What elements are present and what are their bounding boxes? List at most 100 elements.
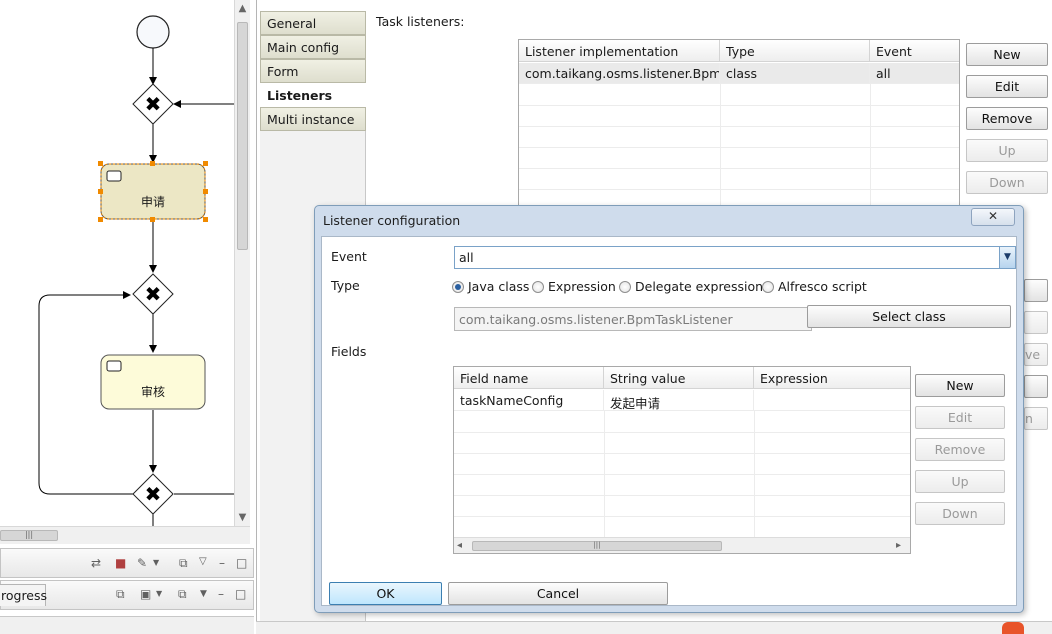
obscured-button-2[interactable] bbox=[1024, 311, 1048, 334]
cell-expression bbox=[754, 390, 910, 411]
cell-string-value: 发起申请 bbox=[604, 390, 754, 411]
display-icon[interactable]: ▣ bbox=[140, 587, 151, 601]
scroll-left-icon[interactable]: ◂ bbox=[457, 540, 462, 551]
cell-event: all bbox=[870, 63, 959, 84]
obscured-button-5-label: n bbox=[1025, 411, 1033, 426]
scroll-down-icon[interactable]: ▼ bbox=[237, 512, 248, 523]
field-new-button[interactable]: New bbox=[915, 374, 1005, 397]
panel-divider bbox=[0, 616, 254, 634]
user-task-review[interactable] bbox=[100, 354, 206, 410]
task-label-review: 审核 bbox=[140, 385, 165, 399]
radio-java-class[interactable]: Java class bbox=[452, 279, 529, 295]
radio-expression[interactable]: Expression bbox=[532, 279, 616, 295]
pin-icon[interactable]: ⧉ bbox=[116, 587, 125, 602]
menu-chevron-icon[interactable]: ▼ bbox=[156, 589, 162, 598]
fields-table[interactable]: Field name String value Expression taskN… bbox=[453, 366, 911, 554]
sync-icon[interactable]: ⇄ bbox=[91, 556, 101, 570]
svg-text:✖: ✖ bbox=[145, 482, 162, 506]
radio-delegate-expression-label: Delegate expression bbox=[635, 279, 764, 294]
close-icon: ✕ bbox=[987, 209, 999, 223]
minimize-icon[interactable]: – bbox=[219, 556, 225, 570]
radio-delegate-expression[interactable]: Delegate expression bbox=[619, 279, 763, 295]
listener-new-button[interactable]: New bbox=[966, 43, 1048, 66]
field-down-button[interactable]: Down bbox=[915, 502, 1005, 525]
obscured-button-4[interactable] bbox=[1024, 375, 1048, 398]
canvas-vertical-scrollbar[interactable]: ▲ ▼ bbox=[234, 0, 250, 526]
user-task-icon bbox=[106, 360, 122, 372]
menu-chevron-icon[interactable]: ▼ bbox=[153, 558, 159, 567]
task-listeners-label: Task listeners: bbox=[376, 14, 465, 29]
fields-horizontal-scrollbar[interactable]: ◂ ||| ▸ bbox=[454, 537, 910, 553]
tab-listeners[interactable]: Listeners bbox=[260, 83, 366, 107]
event-label: Event bbox=[331, 249, 367, 264]
progress-toolbar-icons: ⧉ ▣ ▼ ⧉ ▼ – □ bbox=[0, 580, 254, 610]
listener-remove-button[interactable]: Remove bbox=[966, 107, 1048, 130]
tab-multi-instance[interactable]: Multi instance bbox=[260, 107, 366, 131]
field-edit-button[interactable]: Edit bbox=[915, 406, 1005, 429]
event-select-value: all bbox=[459, 250, 474, 265]
column-header-string-value[interactable]: String value bbox=[604, 367, 754, 389]
scroll-right-icon[interactable]: ▸ bbox=[896, 540, 901, 551]
view-menu-icon[interactable]: ▼ bbox=[200, 589, 207, 599]
radio-alfresco-script[interactable]: Alfresco script bbox=[762, 279, 867, 295]
exclusive-gateway-3[interactable]: ✖ bbox=[132, 473, 174, 515]
tab-form-label: Form bbox=[267, 64, 299, 79]
scroll-up-icon[interactable]: ▲ bbox=[237, 3, 248, 14]
listener-configuration-dialog: Listener configuration ✕ Event all ▼ Typ… bbox=[314, 205, 1024, 613]
listener-edit-button[interactable]: Edit bbox=[966, 75, 1048, 98]
column-header-field-name[interactable]: Field name bbox=[454, 367, 604, 389]
task-label-apply: 申请 bbox=[140, 195, 165, 209]
cell-type: class bbox=[720, 63, 870, 84]
obscured-button-1[interactable] bbox=[1024, 279, 1048, 302]
tab-multi-instance-label: Multi instance bbox=[267, 112, 355, 127]
field-remove-button[interactable]: Remove bbox=[915, 438, 1005, 461]
svg-text:✖: ✖ bbox=[145, 282, 162, 306]
obscured-button-3-label: ve bbox=[1025, 347, 1041, 362]
maximize-icon[interactable]: □ bbox=[235, 587, 246, 601]
field-up-button[interactable]: Up bbox=[915, 470, 1005, 493]
ok-button[interactable]: OK bbox=[329, 582, 442, 605]
view-menu-icon[interactable]: ▽ bbox=[199, 556, 207, 567]
event-select[interactable]: all ▼ bbox=[454, 246, 1016, 269]
exclusive-gateway-2[interactable]: ✖ bbox=[132, 273, 174, 315]
scroll-thumb[interactable]: ||| bbox=[0, 530, 58, 541]
tab-main-config[interactable]: Main config bbox=[260, 35, 366, 59]
column-header-implementation[interactable]: Listener implementation bbox=[519, 40, 720, 62]
cancel-button[interactable]: Cancel bbox=[448, 582, 668, 605]
properties-horizontal-scrollbar[interactable] bbox=[256, 621, 1052, 634]
user-task-apply[interactable] bbox=[98, 161, 208, 222]
diagram-canvas[interactable]: ✖ ✖ ✖ 申请 审核 bbox=[0, 0, 234, 526]
tab-general[interactable]: General bbox=[260, 11, 366, 35]
tab-general-label: General bbox=[267, 16, 317, 31]
class-name-field[interactable]: com.taikang.osms.listener.BpmTaskListene… bbox=[454, 307, 812, 331]
tab-listeners-label: Listeners bbox=[267, 88, 333, 103]
listener-up-button[interactable]: Up bbox=[966, 139, 1048, 162]
cell-implementation: com.taikang.osms.listener.Bpm... bbox=[519, 63, 720, 84]
radio-java-class-label: Java class bbox=[468, 279, 530, 294]
maximize-icon[interactable]: □ bbox=[236, 556, 247, 570]
exclusive-gateway-1[interactable]: ✖ bbox=[132, 83, 174, 125]
column-header-type[interactable]: Type bbox=[720, 40, 870, 62]
minimize-icon[interactable]: – bbox=[218, 587, 224, 601]
wand-icon[interactable]: ✎ bbox=[137, 556, 147, 570]
stop-icon[interactable]: ■ bbox=[115, 556, 126, 570]
ime-tray-icon[interactable] bbox=[1002, 622, 1024, 634]
open-icon[interactable]: ⧉ bbox=[178, 587, 187, 602]
scroll-thumb[interactable]: ||| bbox=[472, 541, 722, 551]
obscured-button-5[interactable]: n bbox=[1024, 407, 1048, 430]
start-event[interactable] bbox=[136, 15, 170, 49]
tab-form[interactable]: Form bbox=[260, 59, 366, 83]
scroll-thumb[interactable] bbox=[237, 22, 248, 250]
close-button[interactable]: ✕ bbox=[971, 208, 1015, 226]
radio-icon bbox=[619, 281, 631, 293]
listener-down-button[interactable]: Down bbox=[966, 171, 1048, 194]
canvas-horizontal-scrollbar[interactable]: ||| bbox=[0, 526, 250, 544]
column-header-expression[interactable]: Expression bbox=[754, 367, 910, 389]
cell-field-name: taskNameConfig bbox=[454, 390, 604, 411]
task-listeners-table[interactable]: Listener implementation Type Event com.t… bbox=[518, 39, 960, 219]
obscured-button-3[interactable]: ve bbox=[1024, 343, 1048, 366]
select-class-button[interactable]: Select class bbox=[807, 305, 1011, 328]
open-icon[interactable]: ⧉ bbox=[179, 556, 188, 571]
column-header-event[interactable]: Event bbox=[870, 40, 959, 62]
chevron-down-icon[interactable]: ▼ bbox=[999, 247, 1015, 268]
